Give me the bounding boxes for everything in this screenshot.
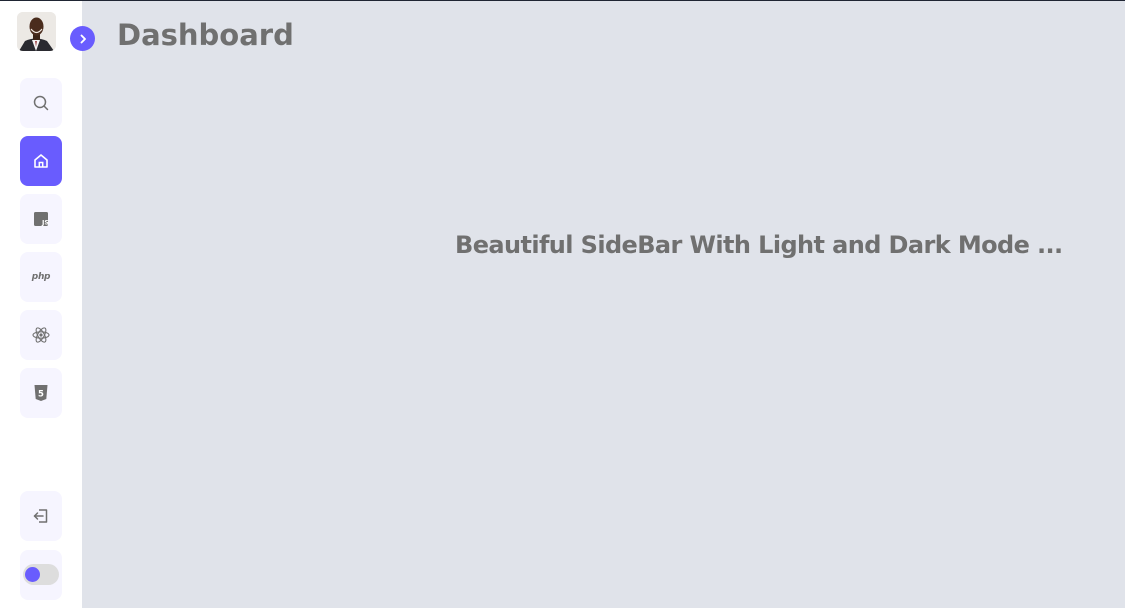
window-top-border [0, 0, 1125, 1]
sidebar-item-php[interactable]: php [20, 252, 62, 302]
avatar-image [17, 12, 56, 51]
avatar[interactable] [17, 12, 56, 51]
switch-track[interactable] [23, 564, 59, 585]
sidebar-toggle-button[interactable] [70, 26, 95, 51]
react-icon [32, 327, 50, 343]
html5-icon-label: 5 [38, 390, 44, 400]
sidebar-item-home[interactable] [20, 136, 62, 186]
javascript-icon: JS [34, 212, 49, 227]
search-icon [33, 95, 49, 111]
dark-mode-switch[interactable] [20, 550, 62, 600]
php-icon: php [31, 272, 51, 282]
sidebar-item-search[interactable] [20, 78, 62, 128]
main-content-text: Beautiful SideBar With Light and Dark Mo… [455, 231, 1063, 259]
sidebar: JS php 5 [0, 1, 95, 608]
sidebar-item-react[interactable] [20, 310, 62, 360]
html5-icon: 5 [34, 385, 48, 401]
chevron-right-icon [80, 34, 86, 43]
sidebar-item-html5[interactable]: 5 [20, 368, 62, 418]
switch-knob [25, 567, 40, 582]
home-icon [34, 154, 48, 168]
sidebar-item-javascript[interactable]: JS [20, 194, 62, 244]
logout-icon [33, 509, 48, 523]
logout-button[interactable] [20, 491, 62, 541]
page-title: Dashboard [117, 18, 294, 52]
javascript-icon-label: JS [41, 219, 49, 227]
